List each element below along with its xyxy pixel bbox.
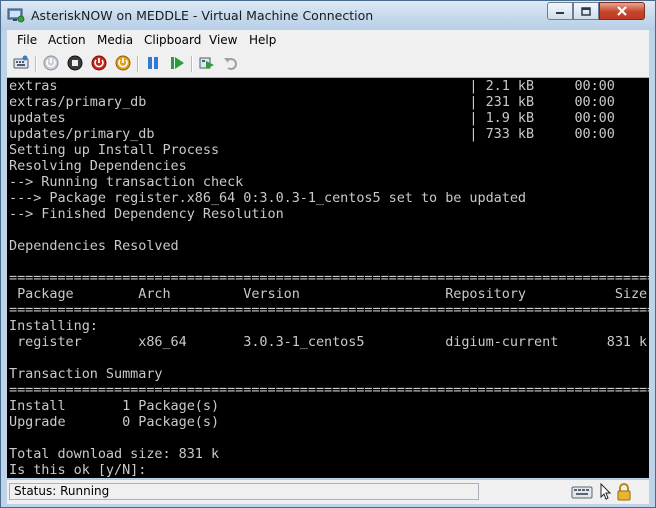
- menu-view[interactable]: View: [209, 33, 237, 47]
- console-line: --> Finished Dependency Resolution: [9, 206, 284, 222]
- resume-icon[interactable]: [169, 55, 185, 71]
- console-line: extras/primary_db | 231 kB 00:00: [9, 94, 615, 110]
- console-line: ========================================…: [9, 382, 649, 398]
- menu-media[interactable]: Media: [97, 33, 133, 47]
- console-line: extras | 2.1 kB 00:00: [9, 78, 615, 94]
- status-text: Status: Running: [9, 483, 479, 500]
- console-line: Dependencies Resolved: [9, 238, 179, 254]
- console-line: Package Arch Version Repository Size: [9, 286, 648, 302]
- menu-clipboard[interactable]: Clipboard: [144, 33, 201, 47]
- title-bar[interactable]: AsteriskNOW on MEDDLE - Virtual Machine …: [1, 1, 655, 30]
- turn-off-icon[interactable]: [67, 55, 83, 71]
- console-line: updates/primary_db | 733 kB 00:00: [9, 126, 615, 142]
- console-line: ========================================…: [9, 270, 649, 286]
- terminal-output: extras | 2.1 kB 00:00 extras/primary_db …: [9, 78, 649, 478]
- console-line: Install 1 Package(s): [9, 398, 220, 414]
- close-icon: [617, 6, 627, 16]
- window-title: AsteriskNOW on MEDDLE - Virtual Machine …: [31, 8, 374, 23]
- console-line: Transaction Summary: [9, 366, 163, 382]
- toolbar-separator: [137, 56, 139, 72]
- maximize-icon: [581, 6, 591, 16]
- console-line: --> Running transaction check: [9, 174, 244, 190]
- maximize-button[interactable]: [573, 2, 599, 20]
- toolbar-separator: [191, 56, 193, 72]
- menu-help[interactable]: Help: [249, 33, 276, 47]
- minimize-icon: [556, 12, 564, 14]
- shut-down-icon[interactable]: [91, 55, 107, 71]
- console-line: Resolving Dependencies: [9, 158, 187, 174]
- mouse-icon: [600, 483, 612, 500]
- console-line: updates | 1.9 kB 00:00: [9, 110, 615, 126]
- minimize-button[interactable]: [547, 2, 573, 20]
- console-line: Upgrade 0 Package(s): [9, 414, 220, 430]
- revert-icon[interactable]: [223, 55, 239, 71]
- start-icon[interactable]: [43, 55, 59, 71]
- close-button[interactable]: [599, 2, 645, 20]
- console-line: ---> Package register.x86_64 0:3.0.3-1_c…: [9, 190, 526, 206]
- status-bar: Status: Running: [7, 479, 649, 504]
- snapshot-icon[interactable]: [199, 55, 215, 71]
- vm-console-screen[interactable]: extras | 2.1 kB 00:00 extras/primary_db …: [7, 78, 649, 478]
- ctrl-alt-del-icon[interactable]: [13, 55, 29, 71]
- console-line: register x86_64 3.0.3-1_centos5 digium-c…: [9, 334, 648, 350]
- console-line: Total download size: 831 k: [9, 446, 220, 462]
- toolbar-separator: [35, 56, 37, 72]
- keyboard-icon: [571, 486, 593, 499]
- console-line: Is this ok [y/N]:: [9, 462, 147, 478]
- console-line: Setting up Install Process: [9, 142, 220, 158]
- pause-icon[interactable]: [145, 55, 161, 71]
- menu-action[interactable]: Action: [48, 33, 86, 47]
- toolbar: [7, 51, 649, 78]
- console-line: Installing:: [9, 318, 98, 334]
- menu-bar: File Action Media Clipboard View Help: [7, 30, 649, 52]
- vm-connection-app-icon: [7, 8, 25, 23]
- menu-file[interactable]: File: [17, 33, 37, 47]
- lock-icon: [617, 483, 631, 501]
- console-line: ========================================…: [9, 302, 649, 318]
- vm-connection-window: AsteriskNOW on MEDDLE - Virtual Machine …: [0, 0, 656, 508]
- power-icon[interactable]: [115, 55, 131, 71]
